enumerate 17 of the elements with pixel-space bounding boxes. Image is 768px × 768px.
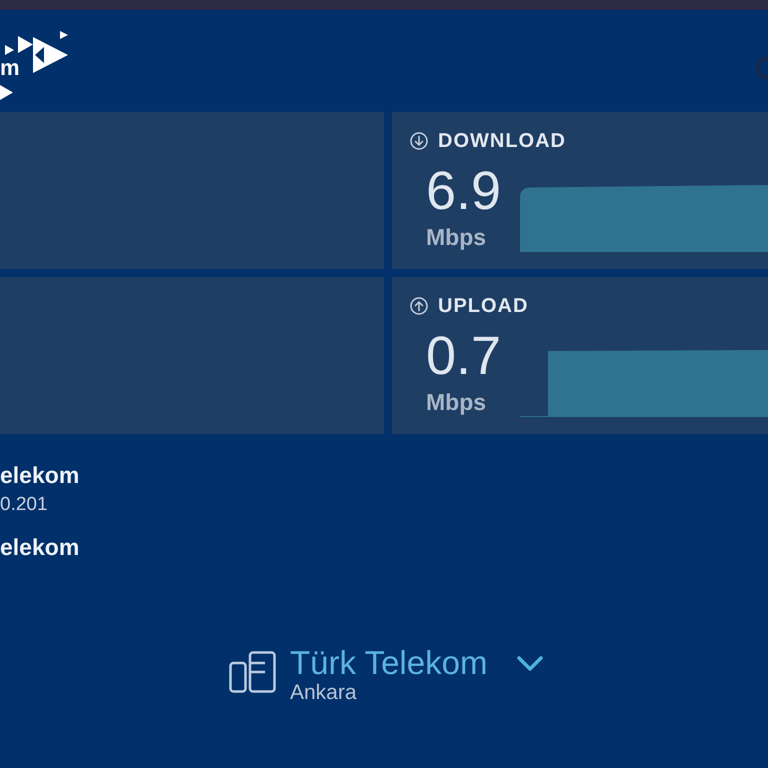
result-label: UPLOAD (438, 295, 528, 317)
speed-unit: Mbps (426, 389, 488, 415)
speed-unit: Mbps (426, 224, 488, 250)
server-icon (229, 651, 276, 693)
arrow-down-circle-icon (410, 132, 428, 150)
chevron-down-icon[interactable] (517, 656, 544, 670)
server-name[interactable]: Türk Telekom (290, 645, 488, 681)
provider-name: elekom (0, 533, 80, 562)
server-location: Ankara (290, 681, 358, 705)
result-label: DOWNLOAD (438, 130, 566, 152)
speed-value: 0.7 (426, 329, 502, 383)
address-text: 0.201 (0, 493, 48, 517)
arrow-up-circle-icon (410, 297, 428, 315)
speed-value: 6.9 (426, 164, 502, 218)
provider-name: elekom (0, 461, 80, 490)
arc-icon (756, 56, 768, 80)
logo[interactable]: m (0, 30, 70, 102)
